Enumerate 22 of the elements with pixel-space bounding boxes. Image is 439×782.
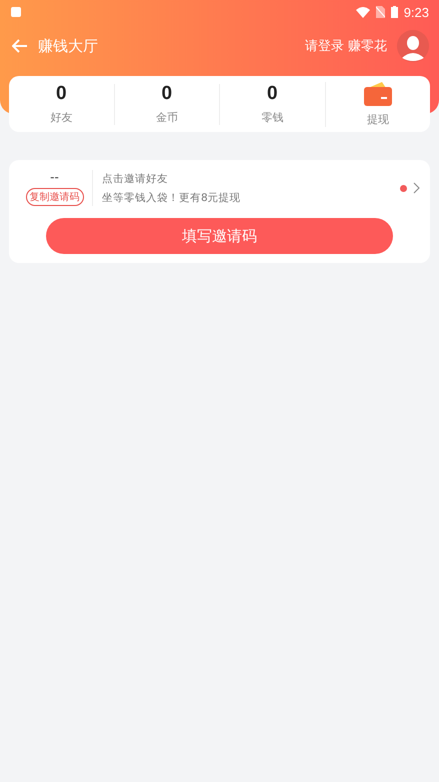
fill-invite-code-button[interactable]: 填写邀请码 — [46, 218, 393, 254]
chevron-right-icon[interactable] — [413, 182, 420, 194]
battery-icon — [390, 6, 398, 18]
stat-value: 0 — [161, 84, 172, 104]
copy-code-button[interactable]: 复制邀请码 — [26, 188, 84, 206]
stat-label: 零钱 — [261, 110, 284, 124]
back-icon[interactable] — [12, 39, 28, 53]
stat-label: 提现 — [366, 112, 389, 126]
stat-value: 0 — [266, 84, 278, 104]
status-time: 9:23 — [404, 4, 429, 20]
invite-subtitle: 坐等零钱入袋！更有8元提现 — [102, 190, 242, 204]
stat-value: 0 — [56, 84, 67, 104]
invite-title: 点击邀请好友 — [102, 172, 169, 186]
no-sim-icon — [376, 6, 385, 18]
invite-code: -- — [50, 170, 59, 184]
login-link[interactable]: 请登录 赚零花 — [304, 37, 387, 55]
notification-icon — [11, 7, 21, 17]
stat-label: 金币 — [156, 110, 178, 124]
page-title: 赚钱大厅 — [38, 36, 99, 56]
wifi-icon — [356, 6, 370, 18]
stat-label: 好友 — [50, 110, 72, 124]
wallet-icon[interactable] — [364, 82, 392, 106]
